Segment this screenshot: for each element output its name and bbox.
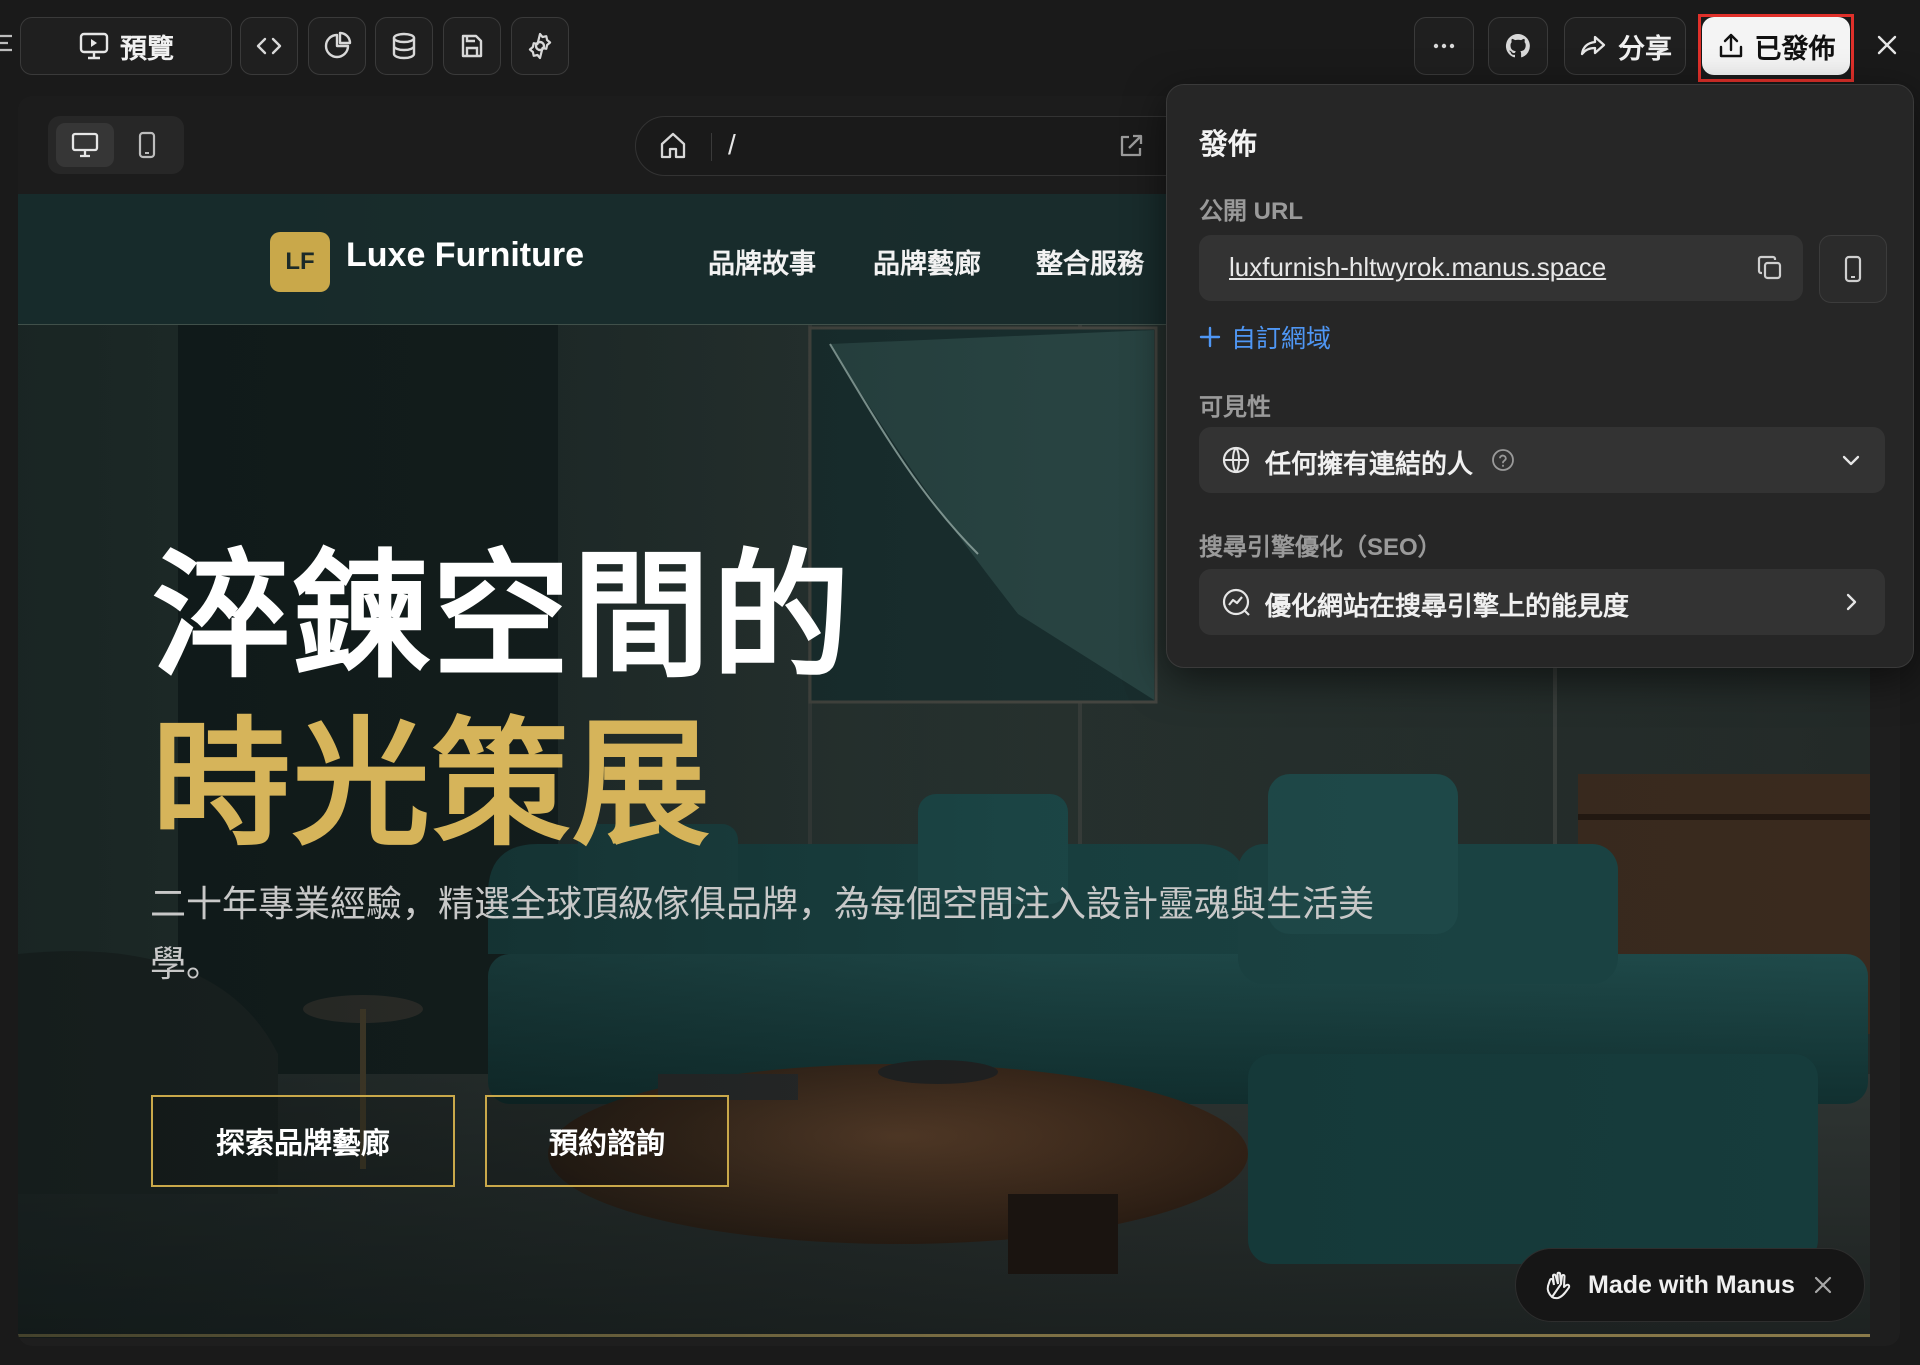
database-icon bbox=[389, 31, 419, 61]
preview-button[interactable]: 預覽 bbox=[20, 17, 232, 75]
globe-icon bbox=[1221, 445, 1251, 475]
help-circle-icon[interactable] bbox=[1491, 448, 1515, 472]
top-toolbar: 預覽 分享 已發佈 bbox=[0, 0, 1920, 92]
analytics-search-icon bbox=[1221, 587, 1251, 617]
public-url-field[interactable]: luxfurnish-hltwyrok.manus.space bbox=[1199, 235, 1803, 301]
chevron-right-icon bbox=[1839, 590, 1863, 614]
mobile-view-button[interactable] bbox=[118, 123, 176, 167]
custom-domain-link[interactable]: 自訂網域 bbox=[1199, 319, 1331, 355]
share-arrow-icon bbox=[1578, 31, 1608, 61]
more-button[interactable] bbox=[1414, 17, 1474, 75]
mobile-icon bbox=[1842, 254, 1864, 284]
popover-title: 發佈 bbox=[1199, 129, 1258, 161]
made-with-label: Made with Manus bbox=[1588, 1270, 1795, 1299]
database-button[interactable] bbox=[375, 17, 433, 75]
more-horizontal-icon bbox=[1429, 31, 1459, 61]
desktop-view-button[interactable] bbox=[56, 123, 114, 167]
close-icon bbox=[1876, 34, 1898, 56]
mobile-preview-button[interactable] bbox=[1819, 235, 1887, 303]
desktop-icon bbox=[70, 131, 100, 159]
book-consultation-button[interactable]: 預約諮詢 bbox=[485, 1095, 729, 1187]
open-external-icon[interactable] bbox=[1116, 131, 1146, 161]
copy-icon[interactable] bbox=[1755, 253, 1785, 283]
close-button[interactable] bbox=[1868, 26, 1906, 64]
seo-value: 優化網站在搜尋引擎上的能見度 bbox=[1265, 591, 1630, 621]
settings-button[interactable] bbox=[511, 17, 569, 75]
code-button[interactable] bbox=[240, 17, 298, 75]
gear-icon bbox=[525, 31, 555, 61]
divider bbox=[711, 133, 712, 161]
mobile-icon bbox=[136, 130, 158, 160]
github-button[interactable] bbox=[1488, 17, 1548, 75]
analytics-button[interactable] bbox=[308, 17, 366, 75]
share-button[interactable]: 分享 bbox=[1564, 17, 1686, 75]
files-button[interactable] bbox=[443, 17, 501, 75]
sidebar-toggle-icon[interactable] bbox=[0, 30, 14, 60]
close-icon[interactable] bbox=[1813, 1275, 1833, 1295]
public-url-link[interactable]: luxfurnish-hltwyrok.manus.space bbox=[1229, 252, 1606, 283]
publish-popover: 發佈 公開 URL luxfurnish-hltwyrok.manus.spac… bbox=[1166, 84, 1914, 668]
nav-link-gallery[interactable]: 品牌藝廊 bbox=[873, 242, 981, 281]
pie-chart-icon bbox=[322, 31, 352, 61]
nav-link-services[interactable]: 整合服務 bbox=[1036, 242, 1144, 281]
save-file-icon bbox=[457, 31, 487, 61]
code-icon bbox=[254, 31, 284, 61]
visibility-select[interactable]: 任何擁有連結的人 bbox=[1199, 427, 1885, 493]
public-url-label: 公開 URL bbox=[1199, 198, 1303, 225]
home-icon[interactable] bbox=[658, 129, 688, 161]
chevron-down-icon bbox=[1839, 448, 1863, 472]
site-logo[interactable]: LF bbox=[270, 232, 330, 292]
hero-subtitle: 二十年專業經驗，精選全球頂級傢俱品牌，為每個空間注入設計靈魂與生活美學。 bbox=[150, 883, 1375, 984]
explore-gallery-button[interactable]: 探索品牌藝廊 bbox=[151, 1095, 455, 1187]
brand-name[interactable]: Luxe Furniture bbox=[346, 236, 584, 275]
plus-icon bbox=[1199, 326, 1221, 348]
github-icon bbox=[1503, 31, 1533, 61]
device-toggle bbox=[48, 116, 184, 174]
hand-wave-icon bbox=[1542, 1269, 1574, 1301]
share-label: 分享 bbox=[1618, 33, 1672, 64]
preview-label: 預覽 bbox=[120, 33, 174, 64]
hero-title-line2: 時光策展 bbox=[152, 702, 713, 865]
highlight-outline bbox=[1698, 14, 1854, 82]
seo-row[interactable]: 優化網站在搜尋引擎上的能見度 bbox=[1199, 569, 1885, 635]
visibility-value: 任何擁有連結的人 bbox=[1265, 449, 1474, 479]
custom-domain-label: 自訂網域 bbox=[1231, 325, 1332, 353]
path-text: / bbox=[728, 129, 736, 160]
visibility-label: 可見性 bbox=[1199, 394, 1271, 421]
seo-label: 搜尋引擎優化（SEO） bbox=[1199, 534, 1442, 561]
monitor-play-icon bbox=[78, 31, 110, 61]
nav-link-brand-story[interactable]: 品牌故事 bbox=[708, 242, 816, 281]
made-with-manus-badge[interactable]: Made with Manus bbox=[1515, 1248, 1865, 1322]
